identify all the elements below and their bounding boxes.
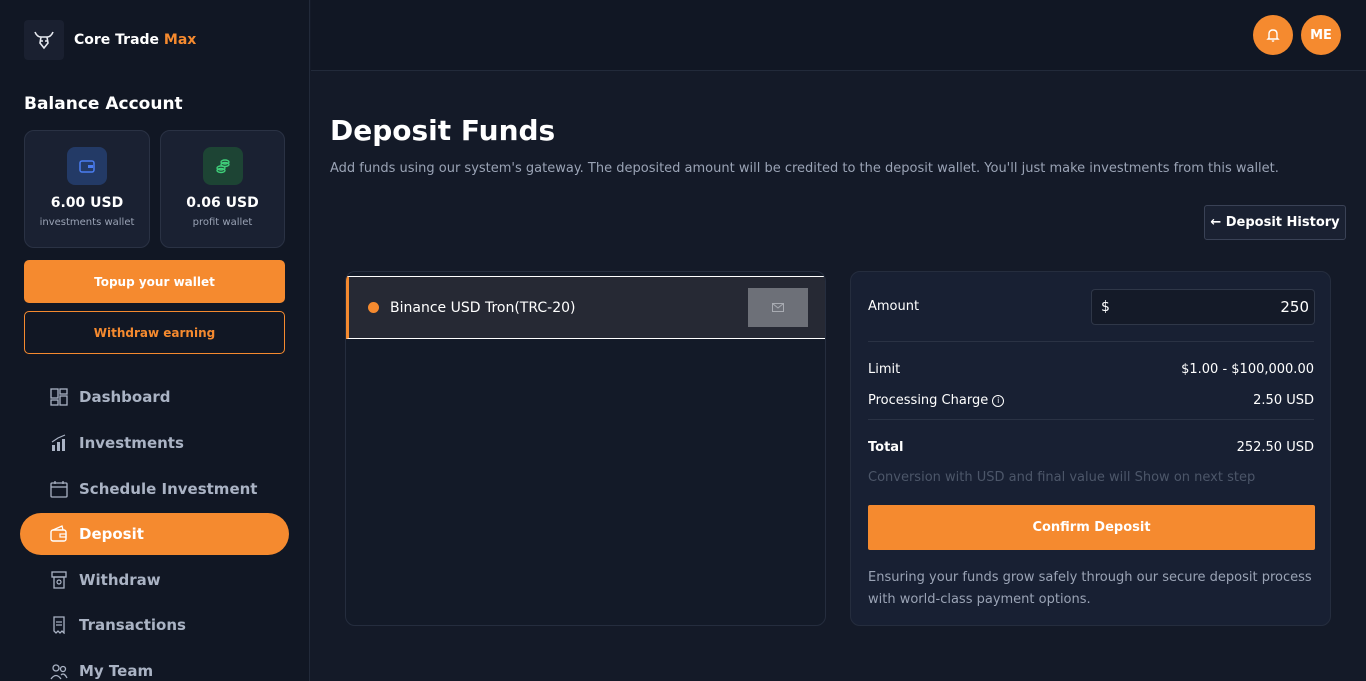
- nav-item-withdraw[interactable]: Withdraw: [20, 559, 289, 601]
- wallet-amount: 0.06 USD: [186, 195, 259, 211]
- wallet-icon: [50, 525, 68, 543]
- receipt-icon: [50, 616, 68, 634]
- dashboard-icon: [50, 388, 68, 406]
- nav-item-label: Schedule Investment: [79, 480, 258, 498]
- total-label: Total: [868, 440, 904, 455]
- nav-item-label: Withdraw: [79, 571, 161, 589]
- wallet-label: profit wallet: [192, 217, 253, 228]
- wallet-amount: 6.00 USD: [50, 195, 124, 211]
- brand-name: Core Trade Max: [74, 32, 197, 48]
- amount-label: Amount: [868, 299, 920, 314]
- confirm-deposit-button[interactable]: Confirm Deposit: [868, 505, 1315, 550]
- page-subtitle: Add funds using our system's gateway. Th…: [330, 161, 1279, 176]
- nav-item-my-team[interactable]: My Team: [20, 650, 289, 681]
- bull-logo-icon: [24, 20, 64, 60]
- notifications-button[interactable]: [1253, 15, 1293, 55]
- gateway-option[interactable]: Binance USD Tron(TRC-20): [346, 276, 825, 339]
- nav-item-deposit[interactable]: Deposit: [20, 513, 289, 555]
- nav-item-schedule-investment[interactable]: Schedule Investment: [20, 468, 289, 510]
- topbar: ME: [311, 0, 1366, 71]
- processing-charge-value: 2.50 USD: [1253, 393, 1314, 408]
- wallet-label: investments wallet: [39, 217, 135, 228]
- secure-deposit-note: Ensuring your funds grow safely through …: [868, 570, 1312, 607]
- nav-item-label: Transactions: [79, 616, 186, 634]
- nav-item-investments[interactable]: Investments: [20, 422, 289, 464]
- deposit-history-button[interactable]: ← Deposit History: [1204, 205, 1346, 240]
- amount-value: 250: [1280, 298, 1309, 316]
- investments-wallet-card: 6.00 USD investments wallet: [24, 130, 150, 248]
- nav-item-label: My Team: [79, 662, 154, 680]
- chart-icon: [50, 434, 68, 452]
- sidebar: Core Trade Max Balance Account 6.00 USD …: [0, 0, 310, 681]
- nav-item-label: Deposit: [79, 525, 144, 543]
- page-title: Deposit Funds: [330, 114, 556, 147]
- bell-icon: [1266, 29, 1280, 42]
- processing-charge-label: Processing Charge i: [868, 393, 1005, 408]
- amount-input[interactable]: $ 250: [1091, 289, 1315, 325]
- wallet-icon: [67, 147, 107, 185]
- brand-logo[interactable]: Core Trade Max: [24, 20, 196, 60]
- divider: [868, 341, 1314, 342]
- topup-wallet-button[interactable]: Topup your wallet: [24, 260, 285, 303]
- image-icon: [772, 303, 784, 312]
- deposit-summary-panel: Amount $ 250 Limit $1.00 - $100,000.00 P…: [850, 271, 1331, 626]
- nav-item-transactions[interactable]: Transactions: [20, 604, 289, 646]
- calendar-icon: [50, 480, 68, 498]
- atm-icon: [50, 571, 68, 589]
- gateway-list: Binance USD Tron(TRC-20): [345, 271, 826, 626]
- conversion-note: Conversion with USD and final value will…: [868, 470, 1256, 485]
- limit-value: $1.00 - $100,000.00: [1181, 362, 1314, 377]
- balance-title: Balance Account: [24, 94, 183, 114]
- total-value: 252.50 USD: [1236, 440, 1314, 455]
- radio-selected-indicator: [368, 302, 379, 313]
- gateway-name: Binance USD Tron(TRC-20): [390, 299, 576, 316]
- avatar[interactable]: ME: [1301, 15, 1341, 55]
- info-icon[interactable]: i: [992, 395, 1005, 407]
- profit-wallet-card: 0.06 USD profit wallet: [160, 130, 285, 248]
- currency-symbol: $: [1101, 299, 1110, 315]
- gateway-image-placeholder: [748, 288, 808, 327]
- nav-item-dashboard[interactable]: Dashboard: [20, 376, 289, 418]
- coins-icon: [202, 147, 243, 185]
- team-icon: [50, 662, 68, 680]
- divider: [868, 419, 1314, 420]
- limit-label: Limit: [868, 362, 901, 377]
- nav-item-label: Investments: [79, 434, 184, 452]
- withdraw-earning-button[interactable]: Withdraw earning: [24, 311, 285, 354]
- nav-item-label: Dashboard: [79, 388, 171, 406]
